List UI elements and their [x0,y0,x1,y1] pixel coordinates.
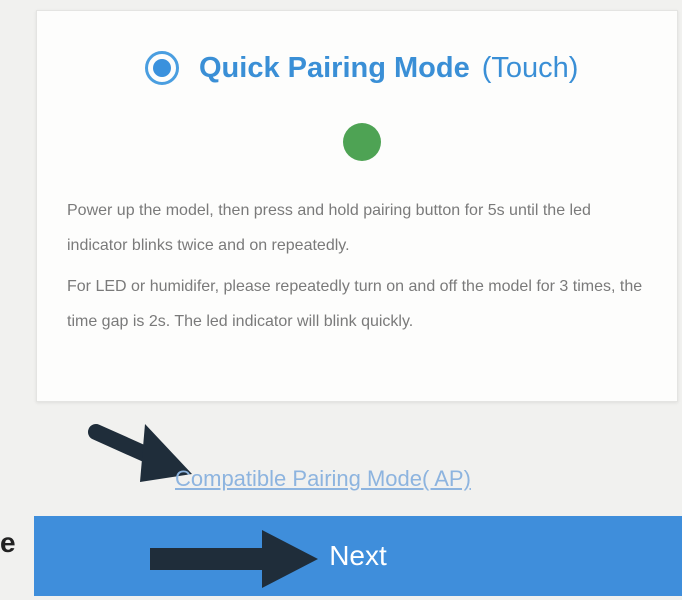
arrow-annotation-icon [150,530,318,588]
